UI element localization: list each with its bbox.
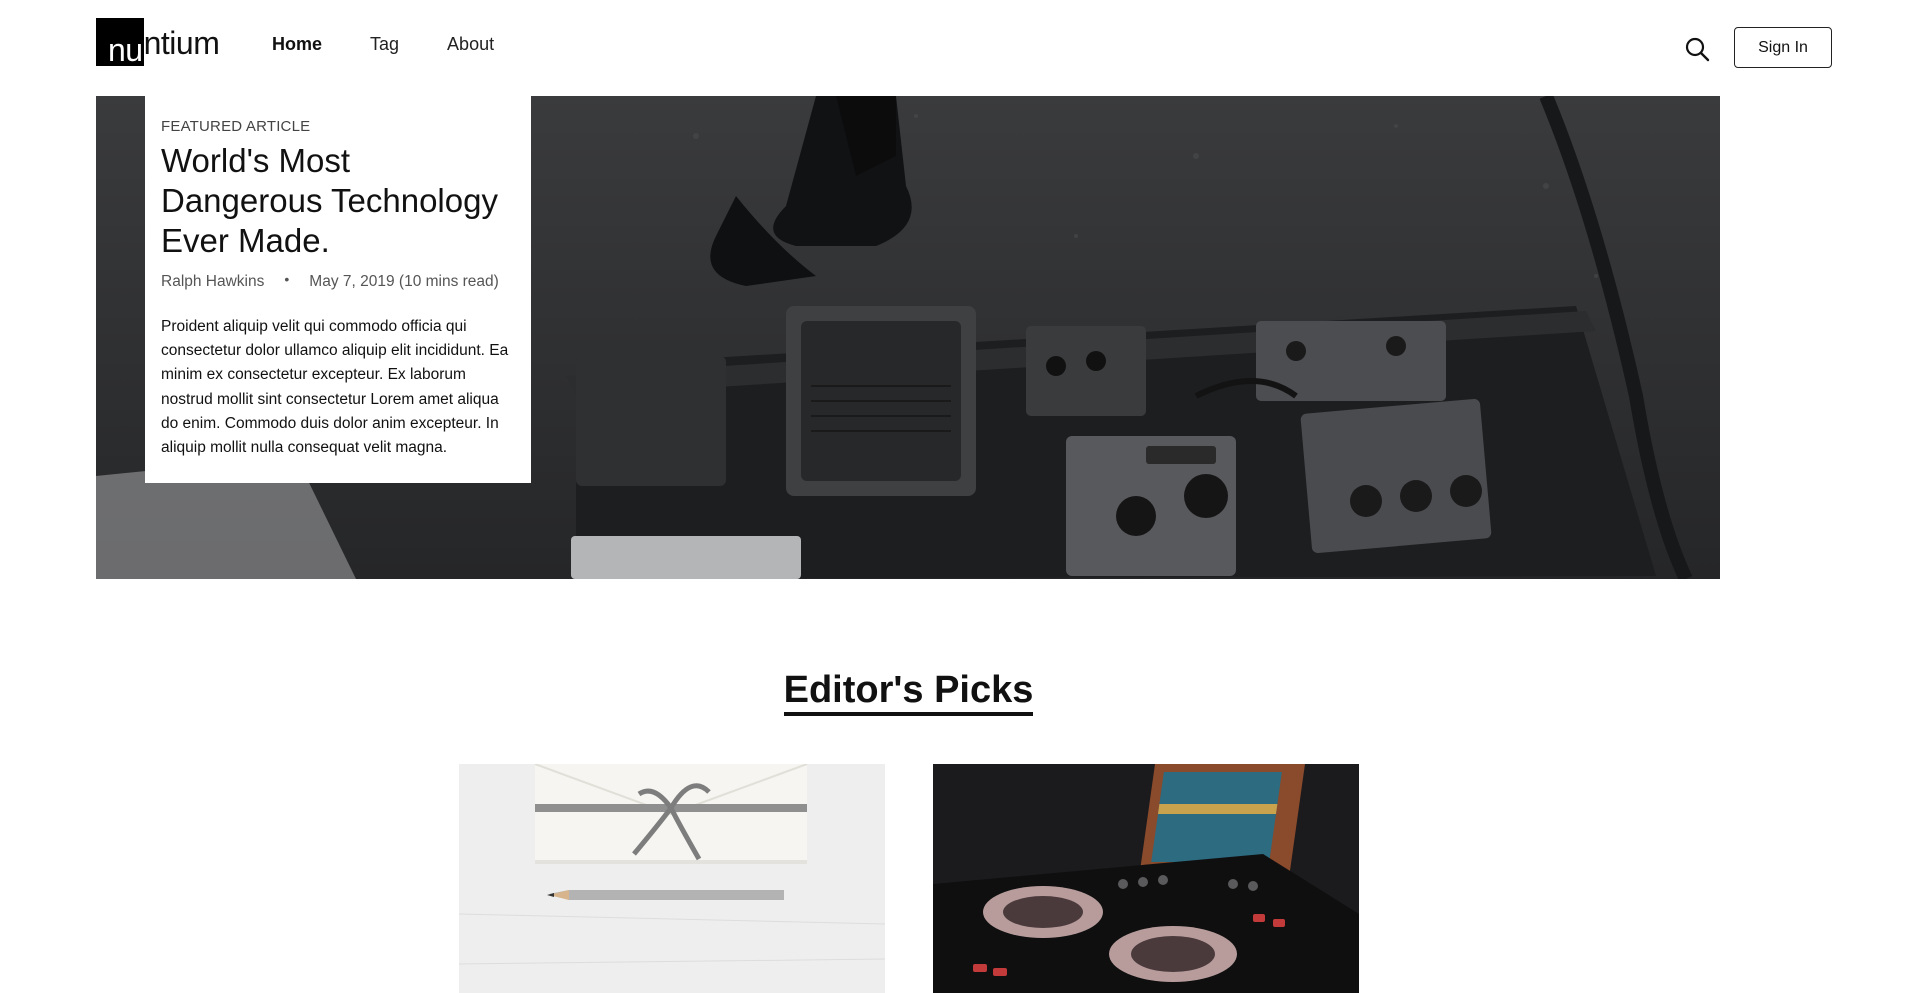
site-header: nu ntium Home Tag About Sign In [0,0,1920,96]
main-nav: Home Tag About [272,34,542,55]
envelopes-pencil-image [459,764,885,993]
featured-excerpt: Proident aliquip velit qui commodo offic… [161,318,509,457]
author-name[interactable]: Ralph Hawkins [161,273,264,291]
featured-title[interactable]: World's Most Dangerous Technology Ever M… [161,141,515,261]
featured-article-card[interactable]: FEATURED ARTICLE World's Most Dangerous … [145,96,531,483]
meta-separator: • [284,271,290,287]
nav-item-tag[interactable]: Tag [370,34,399,55]
pick-card-dj-controller[interactable] [933,764,1359,993]
logo-text: ntium [143,25,220,61]
publish-date: May 7, 2019 (10 mins read) [309,273,499,290]
pick-card-envelopes[interactable] [459,764,885,993]
search-icon [1685,37,1710,62]
sign-in-button[interactable]: Sign In [1734,27,1832,68]
nav-item-about[interactable]: About [447,34,494,55]
site-logo[interactable]: nu ntium [96,18,220,68]
featured-label: FEATURED ARTICLE [161,118,311,135]
editors-picks-heading: Editor's Picks [783,668,1034,716]
section-title: Editor's Picks [0,668,1817,716]
search-button[interactable] [1684,36,1710,62]
article-meta: Ralph Hawkins • May 7, 2019 (10 mins rea… [161,271,515,291]
nav-item-home[interactable]: Home [272,34,322,55]
dj-controller-image [933,764,1359,993]
logo-highlight: nu [96,18,144,68]
